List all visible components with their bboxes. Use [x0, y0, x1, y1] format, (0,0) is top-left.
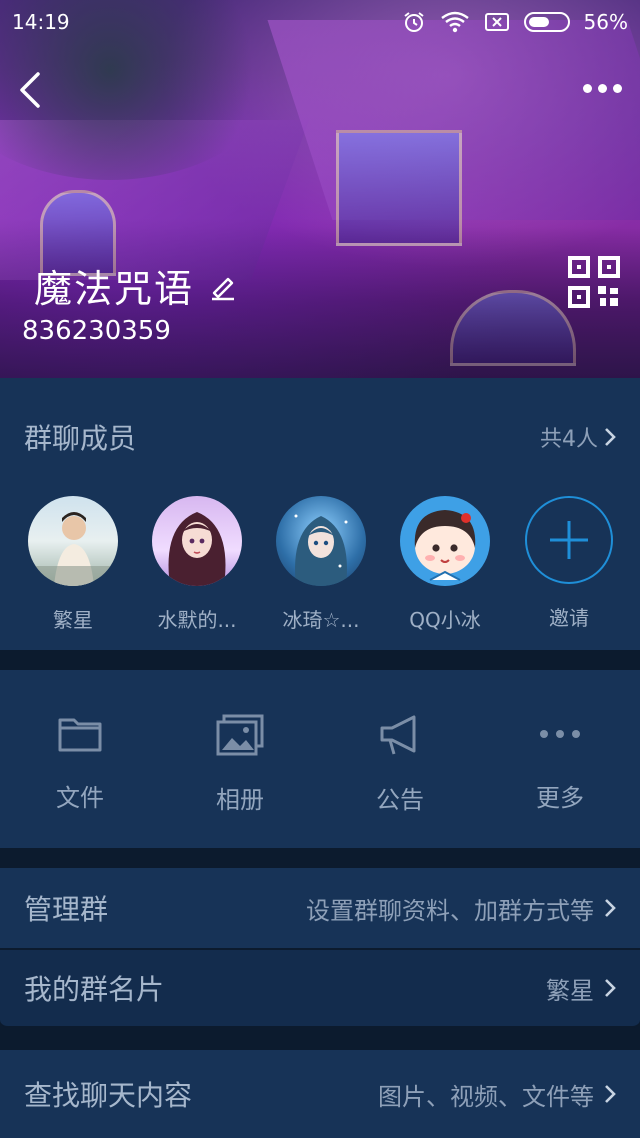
member-item[interactable]: 冰琦☆...: [276, 496, 366, 633]
chevron-right-icon: [605, 899, 616, 917]
chevron-right-icon: [605, 979, 616, 997]
tool-more[interactable]: 更多: [480, 670, 640, 848]
row-title: 我的群名片: [24, 973, 165, 1006]
battery-percent: 56%: [583, 10, 628, 34]
member-avatar-anime: [294, 514, 348, 586]
avatar: [276, 496, 366, 586]
avatar: [400, 496, 490, 586]
member-name: 繁星: [53, 608, 93, 632]
member-avatar-girl: [168, 512, 226, 586]
battery-icon: [523, 12, 570, 32]
avatar: [152, 496, 242, 586]
tool-album[interactable]: 相册: [160, 670, 320, 848]
member-item[interactable]: QQ小冰: [400, 496, 490, 633]
members-count: 共4人: [540, 427, 598, 452]
more-options-icon[interactable]: [580, 76, 624, 100]
search-chat-row[interactable]: 查找聊天内容 图片、视频、文件等: [0, 1050, 640, 1138]
no-sim-icon: [484, 13, 509, 31]
member-name: 冰琦☆...: [282, 608, 360, 632]
tool-announcement[interactable]: 公告: [320, 670, 480, 848]
more-dot: [612, 83, 622, 93]
avatar: [28, 496, 118, 586]
tool-label: 更多: [536, 784, 584, 812]
chevron-right-icon: [605, 428, 616, 446]
wifi-icon: [440, 11, 469, 33]
tool-files[interactable]: 文件: [0, 670, 160, 848]
member-item[interactable]: 繁星: [28, 496, 118, 633]
back-icon[interactable]: [14, 70, 54, 110]
member-avatar-qq-xiaobing: [414, 510, 476, 581]
album-icon: [216, 714, 264, 756]
plus-icon: [550, 521, 588, 559]
manage-group-row[interactable]: 管理群 设置群聊资料、加群方式等: [0, 868, 640, 948]
chevron-right-icon: [605, 1085, 616, 1103]
row-title: 查找聊天内容: [24, 1079, 193, 1112]
members-title: 群聊成员: [24, 422, 137, 455]
row-title: 管理群: [24, 893, 109, 926]
members-header[interactable]: 群聊成员 共4人: [0, 378, 640, 496]
more-dot: [597, 83, 607, 93]
group-cover-image[interactable]: 14:19 56% 魔法咒语 836230359: [0, 0, 640, 378]
member-list: 繁星 水默的... 冰琦☆... QQ小冰 邀请: [0, 496, 640, 633]
group-name-area[interactable]: 魔法咒语: [34, 258, 238, 313]
tool-label: 公告: [376, 786, 424, 814]
group-id: 836230359: [22, 316, 171, 346]
member-avatar-boy: [28, 512, 118, 586]
battery-level: [528, 17, 549, 27]
member-name: QQ小冰: [409, 608, 481, 632]
megaphone-icon: [380, 715, 416, 755]
status-bar: 14:19 56%: [0, 0, 640, 44]
group-tools-panel: 文件 相册 公告 更多: [0, 670, 640, 848]
member-item[interactable]: 水默的...: [152, 496, 242, 633]
row-value: 图片、视频、文件等: [378, 1082, 594, 1111]
invite-label: 邀请: [549, 606, 589, 630]
member-name: 水默的...: [157, 608, 237, 632]
invite-member[interactable]: 邀请: [524, 496, 614, 633]
alarm-icon: [403, 12, 424, 32]
row-value: 繁星: [546, 976, 594, 1005]
tool-label: 相册: [216, 786, 264, 814]
group-members-panel: 群聊成员 共4人 繁星 水默的... 冰琦☆... QQ小冰 邀请: [0, 378, 640, 650]
edit-icon[interactable]: [208, 271, 238, 301]
folder-icon: [58, 718, 102, 752]
qr-code-icon[interactable]: [568, 256, 620, 308]
tool-label: 文件: [56, 784, 104, 812]
invite-button[interactable]: [525, 496, 613, 584]
status-time: 14:19: [12, 10, 70, 34]
row-value: 设置群聊资料、加群方式等: [306, 896, 594, 925]
more-dot: [582, 83, 592, 93]
more-dots-icon: [540, 730, 580, 738]
my-group-card-row[interactable]: 我的群名片 繁星: [0, 950, 640, 1028]
group-name: 魔法咒语: [34, 267, 195, 311]
